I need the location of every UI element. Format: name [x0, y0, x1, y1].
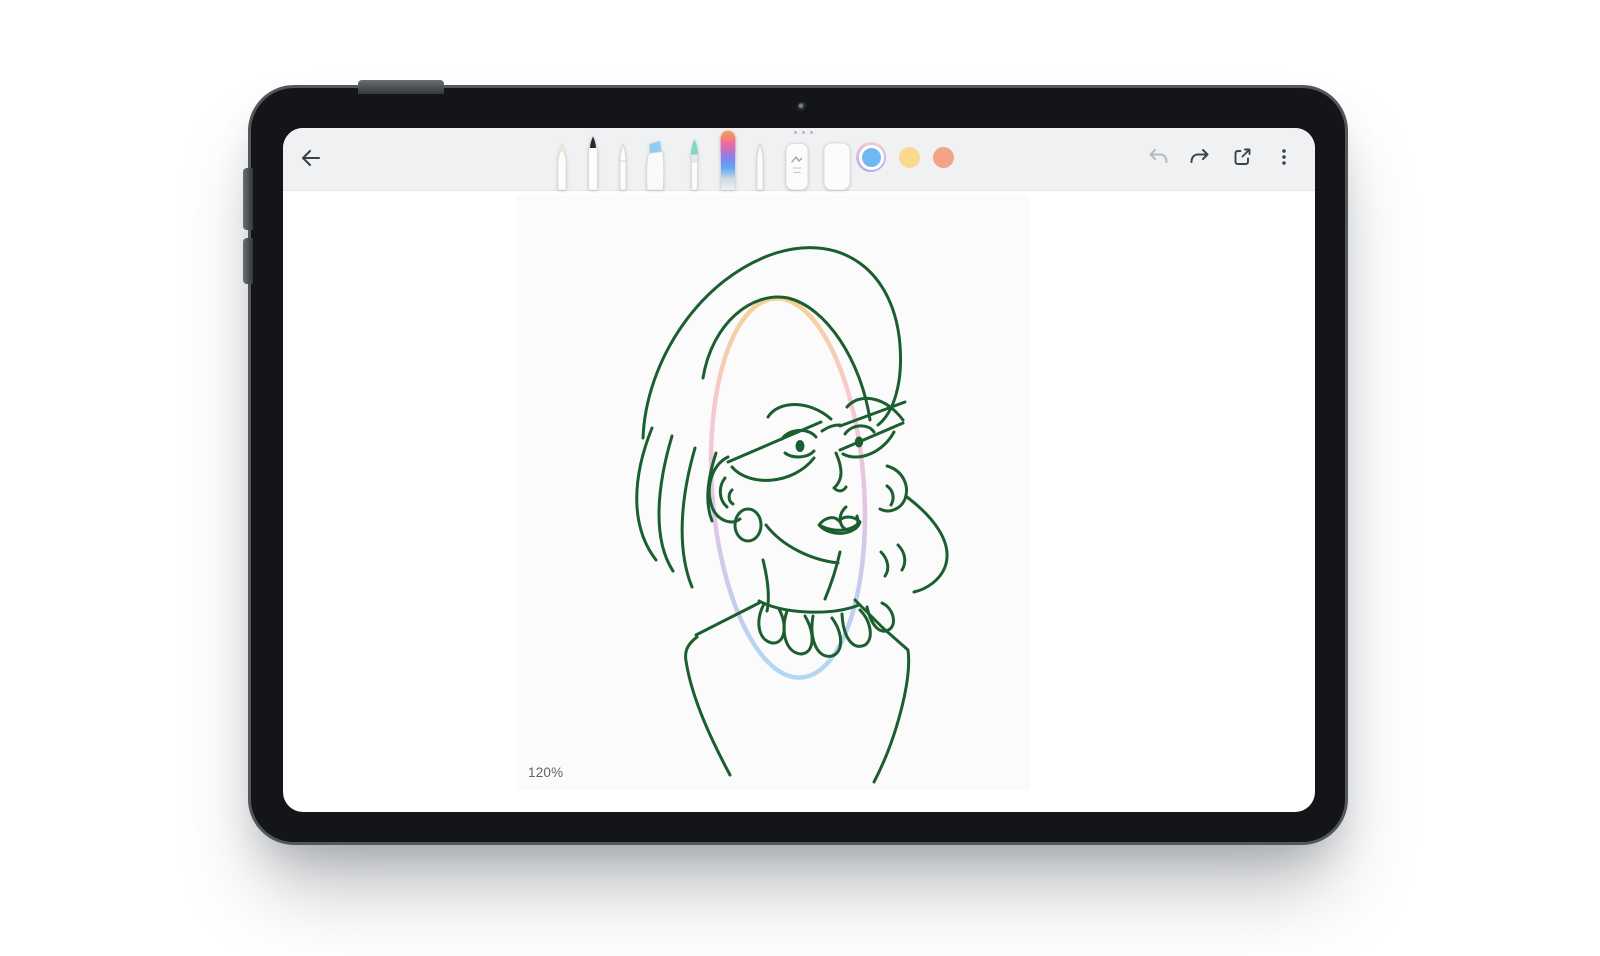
overflow-menu-button[interactable]: [1271, 144, 1297, 170]
app-screen: 120%: [283, 128, 1315, 812]
tool-block-eraser[interactable]: [822, 140, 852, 190]
redo-icon: [1188, 145, 1212, 169]
undo-button[interactable]: [1145, 144, 1171, 170]
power-button: [358, 80, 444, 94]
tool-pencil[interactable]: [556, 143, 568, 190]
front-camera: [797, 102, 808, 113]
redo-button[interactable]: [1187, 144, 1213, 170]
kebab-menu-icon: [1272, 145, 1296, 169]
tool-ink-pen[interactable]: [586, 135, 600, 190]
rainbow-oval-stroke: [699, 293, 877, 683]
tool-rainbow-pen[interactable]: [719, 130, 737, 190]
undo-icon: [1146, 145, 1170, 169]
canvas-drawing: [516, 195, 1030, 790]
color-swatch-orange[interactable]: [933, 147, 954, 168]
tool-paint-brush[interactable]: [687, 138, 702, 190]
page: 120%: [0, 0, 1600, 956]
color-swatch-blue-selected[interactable]: [856, 142, 886, 172]
zoom-level-label: 120%: [528, 765, 563, 780]
toolbar-actions: [1145, 144, 1297, 170]
volume-rocker-lower: [243, 238, 253, 284]
tool-tray-handle[interactable]: [794, 131, 813, 134]
drawing-canvas[interactable]: 120%: [516, 195, 1030, 790]
ink-strokes: [637, 248, 947, 782]
tool-chisel-marker[interactable]: [644, 140, 666, 190]
color-swatches: [856, 142, 954, 172]
color-swatch-yellow[interactable]: [899, 147, 920, 168]
tool-patterned-eraser[interactable]: [784, 140, 810, 190]
tool-detail-pen[interactable]: [754, 143, 766, 190]
export-button[interactable]: [1229, 144, 1255, 170]
toolbar: [283, 128, 1315, 191]
open-in-new-icon: [1230, 145, 1254, 169]
back-button[interactable]: [293, 141, 327, 175]
tablet-device: 120%: [248, 85, 1348, 845]
volume-rocker: [243, 168, 253, 230]
arrow-left-icon: [295, 143, 325, 173]
tool-fine-pen[interactable]: [617, 143, 629, 190]
